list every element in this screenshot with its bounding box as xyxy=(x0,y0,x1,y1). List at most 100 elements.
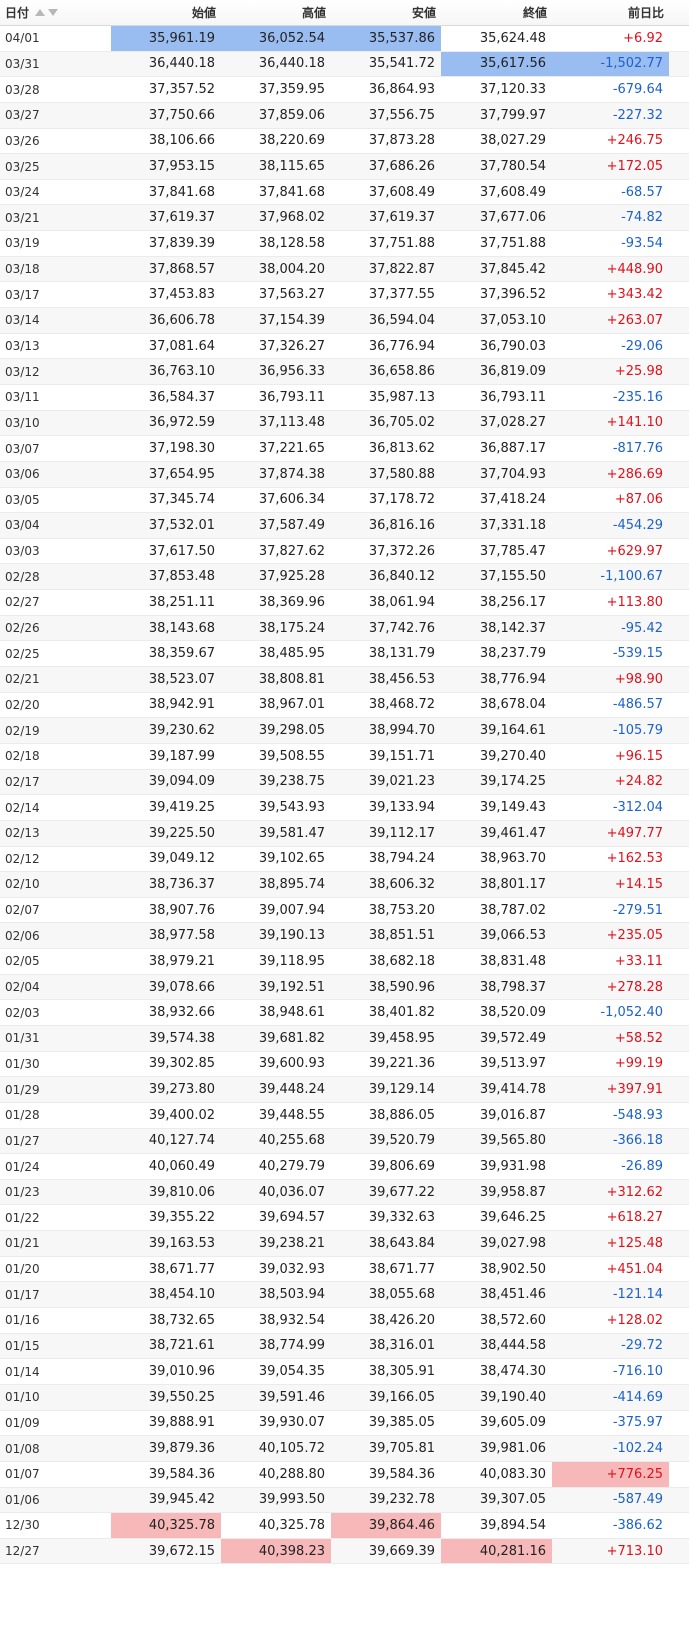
table-row: 03/31 36,440.18 36,440.18 35,541.72 35,617.5… xyxy=(0,51,689,78)
cell-open: 37,953.15 xyxy=(148,159,215,175)
column-header-open[interactable]: 始値 xyxy=(111,4,221,21)
cell-low: 38,682.18 xyxy=(368,953,435,969)
column-header-close[interactable]: 終値 xyxy=(441,4,552,21)
column-header-high[interactable]: 高値 xyxy=(221,4,331,21)
table-row: 02/14 39,419.25 39,543.93 39,133.94 39,149.4… xyxy=(0,795,689,821)
cell-change: -227.32 xyxy=(612,107,663,123)
cell-low: 37,742.76 xyxy=(368,620,435,636)
cell-low: 39,385.05 xyxy=(368,1415,435,1431)
cell-close: 37,120.33 xyxy=(479,82,546,98)
cell-change: +128.02 xyxy=(606,1312,663,1328)
cell-high: 37,859.06 xyxy=(258,107,325,123)
cell-high: 37,606.34 xyxy=(258,492,325,508)
column-header-change[interactable]: 前日比 xyxy=(552,4,669,21)
cell-low: 37,580.88 xyxy=(368,466,435,482)
cell-open: 38,251.11 xyxy=(148,594,215,610)
cell-change: -414.69 xyxy=(612,1389,663,1405)
cell-date: 01/24 xyxy=(5,1159,40,1174)
cell-date: 02/10 xyxy=(5,877,40,892)
cell-open: 39,574.38 xyxy=(148,1030,215,1046)
cell-change: -1,502.77 xyxy=(552,51,669,77)
table-row: 01/24 40,060.49 40,279.79 39,806.69 39,931.9… xyxy=(0,1154,689,1180)
cell-close: 39,461.47 xyxy=(479,825,546,841)
cell-close: 37,845.42 xyxy=(479,261,546,277)
cell-close: 38,963.70 xyxy=(479,851,546,867)
table-row: 12/27 39,672.15 40,398.23 39,669.39 40,281.1… xyxy=(0,1538,689,1565)
cell-date: 04/01 xyxy=(5,31,40,46)
cell-close: 38,831.48 xyxy=(479,953,546,969)
table-row: 02/10 38,736.37 38,895.74 38,606.32 38,801.1… xyxy=(0,872,689,898)
cell-open: 37,868.57 xyxy=(148,261,215,277)
cell-close: 38,474.30 xyxy=(479,1364,546,1380)
table-row: 01/07 39,584.36 40,288.80 39,584.36 40,083.3… xyxy=(0,1461,689,1488)
cell-high: 39,600.93 xyxy=(258,1056,325,1072)
cell-date: 01/30 xyxy=(5,1056,40,1071)
cell-low: 38,753.20 xyxy=(368,902,435,918)
cell-high: 37,874.38 xyxy=(258,466,325,482)
cell-close: 38,572.60 xyxy=(479,1312,546,1328)
table-row: 01/29 39,273.80 39,448.24 39,129.14 39,414.7… xyxy=(0,1077,689,1103)
sort-asc-icon[interactable] xyxy=(35,9,46,16)
cell-date: 02/05 xyxy=(5,954,40,969)
cell-date: 03/03 xyxy=(5,544,40,559)
cell-low: 37,822.87 xyxy=(368,261,435,277)
cell-high: 39,543.93 xyxy=(258,800,325,816)
table-row: 03/26 38,106.66 38,220.69 37,873.28 38,027.2… xyxy=(0,129,689,155)
cell-close: 36,819.09 xyxy=(479,364,546,380)
cell-low: 38,886.05 xyxy=(368,1107,435,1123)
sort-desc-icon[interactable] xyxy=(48,9,59,16)
cell-close: 38,678.04 xyxy=(479,697,546,713)
cell-date: 03/05 xyxy=(5,492,40,507)
cell-close: 39,572.49 xyxy=(479,1030,546,1046)
cell-high: 39,102.65 xyxy=(258,851,325,867)
cell-high: 36,052.54 xyxy=(221,26,331,51)
cell-open: 38,977.58 xyxy=(148,928,215,944)
cell-change: -26.89 xyxy=(621,1159,663,1174)
cell-high: 39,591.46 xyxy=(258,1389,325,1405)
cell-low: 37,377.55 xyxy=(368,287,435,303)
cell-close: 37,677.06 xyxy=(479,210,546,226)
cell-high: 38,932.54 xyxy=(258,1312,325,1328)
cell-change: -454.29 xyxy=(612,517,663,533)
cell-close: 39,981.06 xyxy=(479,1441,546,1457)
cell-date: 02/25 xyxy=(5,646,40,661)
table-row: 03/13 37,081.64 37,326.27 36,776.94 36,790.0… xyxy=(0,334,689,360)
cell-close: 39,149.43 xyxy=(479,800,546,816)
cell-low: 39,332.63 xyxy=(368,1210,435,1226)
cell-low: 37,751.88 xyxy=(368,235,435,251)
cell-high: 38,115.65 xyxy=(258,159,325,175)
cell-high: 37,359.95 xyxy=(258,82,325,98)
cell-open: 37,853.48 xyxy=(148,569,215,585)
cell-low: 35,537.86 xyxy=(331,26,441,51)
cell-open: 39,550.25 xyxy=(148,1389,215,1405)
cell-open: 38,143.68 xyxy=(148,620,215,636)
cell-high: 39,032.93 xyxy=(258,1261,325,1277)
table-row: 01/10 39,550.25 39,591.46 39,166.05 39,190.4… xyxy=(0,1384,689,1411)
cell-date: 03/21 xyxy=(5,210,40,225)
cell-close: 38,776.94 xyxy=(479,671,546,687)
cell-change: -486.57 xyxy=(612,697,663,713)
cell-low: 39,221.36 xyxy=(368,1056,435,1072)
table-row: 02/13 39,225.50 39,581.47 39,112.17 39,461.4… xyxy=(0,820,689,847)
cell-change: -121.14 xyxy=(612,1287,663,1303)
cell-change: -375.97 xyxy=(612,1415,663,1431)
cell-close: 39,270.40 xyxy=(479,748,546,764)
cell-change: +713.10 xyxy=(606,1543,663,1559)
table-row: 03/21 37,619.37 37,968.02 37,619.37 37,677.0… xyxy=(0,205,689,232)
cell-date: 03/07 xyxy=(5,441,40,456)
cell-low: 35,541.72 xyxy=(368,56,435,72)
cell-low: 36,813.62 xyxy=(368,441,435,457)
cell-change: +87.06 xyxy=(614,492,663,508)
column-header-date[interactable]: 日付 xyxy=(0,4,111,21)
cell-change: -102.24 xyxy=(612,1441,663,1457)
column-header-low[interactable]: 安値 xyxy=(331,4,441,21)
cell-high: 39,681.82 xyxy=(258,1030,325,1046)
cell-high: 37,587.49 xyxy=(258,517,325,533)
cell-date: 03/12 xyxy=(5,364,40,379)
cell-low: 37,178.72 xyxy=(368,492,435,508)
table-row: 02/26 38,143.68 38,175.24 37,742.76 38,142.3… xyxy=(0,615,689,642)
cell-date: 01/22 xyxy=(5,1210,40,1225)
cell-open: 39,273.80 xyxy=(148,1082,215,1098)
cell-date: 12/27 xyxy=(5,1544,40,1559)
table-row: 02/19 39,230.62 39,298.05 38,994.70 39,164.6… xyxy=(0,718,689,744)
